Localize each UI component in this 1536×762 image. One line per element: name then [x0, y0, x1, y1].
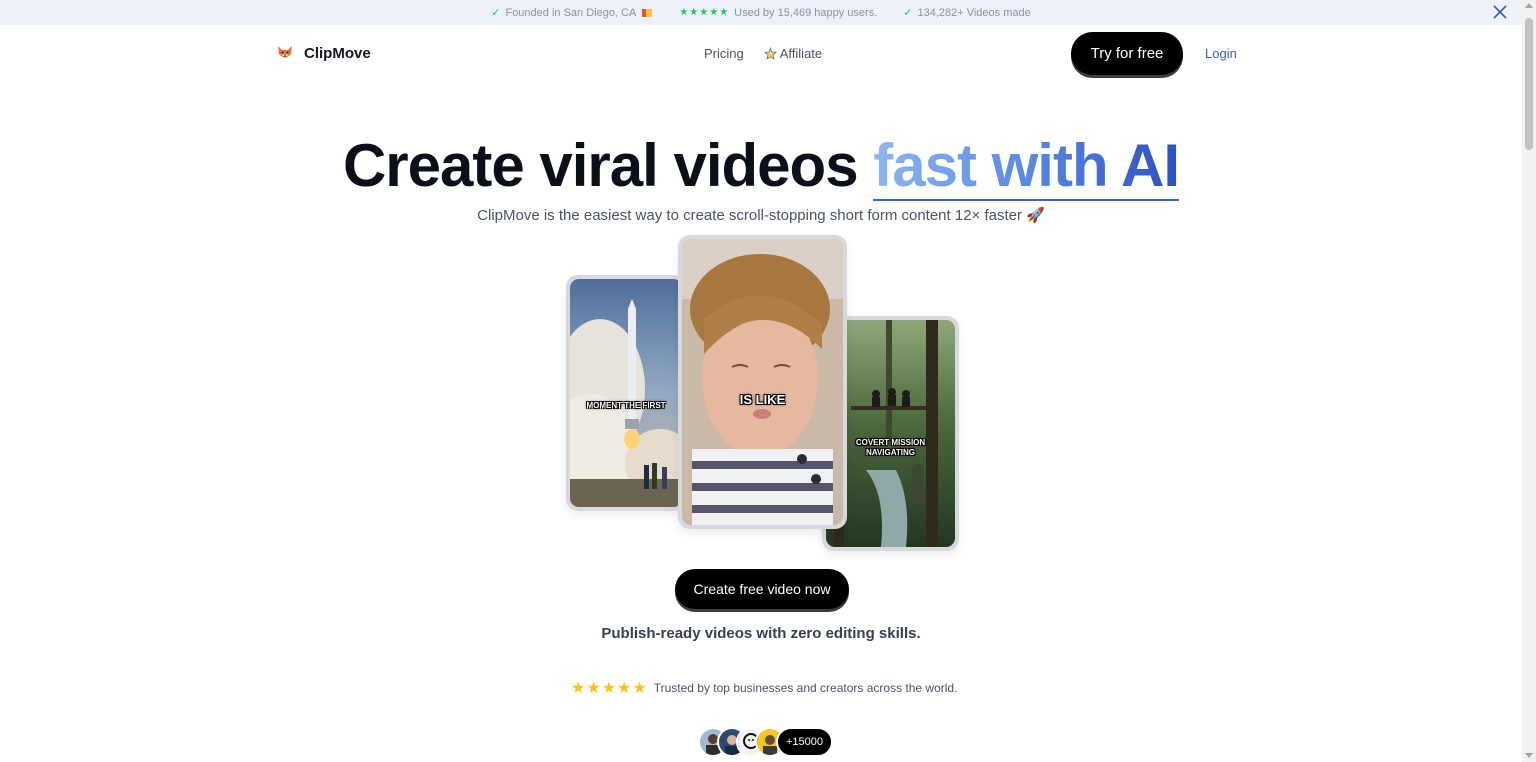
users-text: Used by 15,469 happy users.	[734, 6, 878, 19]
trust-text: Trusted by top businesses and creators a…	[653, 681, 958, 695]
check-icon: ✓	[903, 7, 913, 19]
user-avatars: +15000	[698, 727, 834, 757]
headline-main: Create viral videos	[342, 132, 874, 199]
nav-links: Pricing Affiliate	[704, 46, 822, 61]
hero-subheadline: ClipMove is the easiest way to create sc…	[477, 207, 1045, 224]
close-icon[interactable]	[1492, 4, 1508, 20]
brand-name: ClipMove	[304, 44, 371, 62]
video-caption: IS LIKE	[739, 392, 786, 407]
user-count-badge: +15000	[776, 727, 834, 757]
fox-icon	[278, 46, 292, 58]
trust-row: ★★★★★ Trusted by top businesses and crea…	[571, 678, 957, 698]
scrollbar-thumb[interactable]	[1525, 18, 1533, 150]
video-card-baby[interactable]: IS LIKE	[678, 235, 847, 529]
page-scrollbar[interactable]	[1522, 0, 1536, 762]
videos-text: 134,282+ Videos made	[917, 6, 1031, 19]
scroll-down-icon[interactable]	[1525, 753, 1533, 758]
videos-item: ✓ 134,282+ Videos made	[903, 6, 1031, 20]
navbar: ClipMove Pricing Affiliate Try for free …	[0, 25, 1522, 83]
rocket-launch-image	[570, 279, 682, 507]
brand-logo[interactable]: ClipMove	[276, 44, 371, 62]
announcement-bar: ✓ Founded in San Diego, CA ★★★★★ Used by…	[0, 0, 1522, 25]
star-badge-icon	[763, 47, 777, 60]
video-preview: IS LIKE	[682, 239, 843, 525]
rating-stars: ★★★★★	[679, 7, 730, 18]
founded-text: Founded in San Diego, CA	[505, 6, 637, 19]
hero-headline: Create viral videos fast with AI	[0, 130, 1522, 202]
video-caption: MOMENT THE FIRST	[586, 401, 666, 410]
flag-icon	[642, 8, 653, 17]
pricing-link[interactable]: Pricing	[704, 46, 744, 61]
baby-face-image	[682, 239, 843, 525]
rating-stars: ★★★★★	[571, 680, 648, 697]
video-preview: MOMENT THE FIRST	[570, 279, 682, 507]
affiliate-label: Affiliate	[779, 46, 823, 61]
scroll-up-icon[interactable]	[1525, 3, 1533, 8]
tagline: Publish-ready videos with zero editing s…	[601, 625, 921, 642]
login-link[interactable]: Login	[1205, 46, 1237, 61]
try-for-free-button[interactable]: Try for free	[1071, 32, 1183, 75]
users-item: ★★★★★ Used by 15,469 happy users.	[679, 7, 877, 19]
create-free-video-button[interactable]: Create free video now	[675, 569, 849, 609]
affiliate-link[interactable]: Affiliate	[763, 46, 823, 61]
check-icon: ✓	[491, 7, 501, 19]
headline-accent: fast with AI	[873, 132, 1180, 201]
video-card-rocket[interactable]: MOMENT THE FIRST	[566, 275, 686, 511]
founded-item: ✓ Founded in San Diego, CA	[491, 6, 653, 19]
